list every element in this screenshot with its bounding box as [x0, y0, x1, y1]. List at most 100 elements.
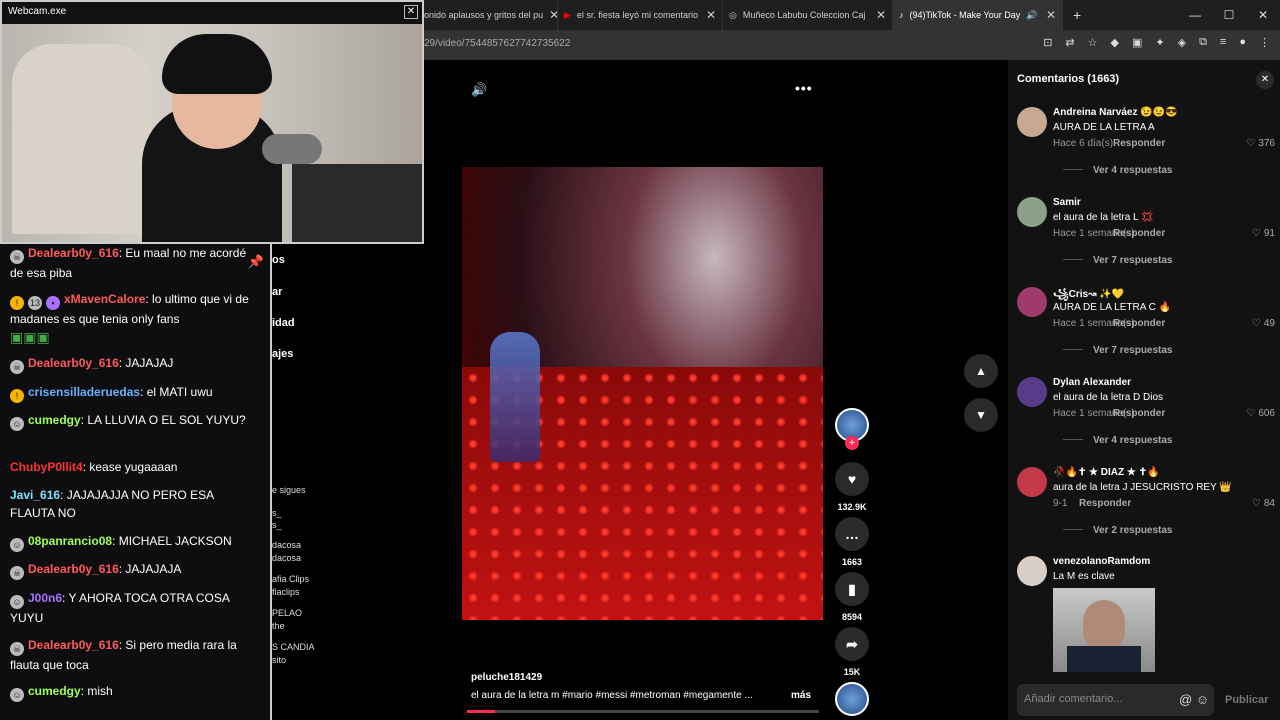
account-name[interactable]: dacosa: [272, 540, 301, 550]
comment-like-button[interactable]: ♡ 84: [1252, 498, 1275, 509]
tab-close-icon[interactable]: ✕: [1046, 8, 1056, 22]
reply-button[interactable]: Responder: [1113, 228, 1165, 239]
extension-icon[interactable]: ✦: [1155, 36, 1164, 49]
view-replies-button[interactable]: Ver 2 respuestas: [1063, 525, 1173, 536]
comment-like-button[interactable]: ♡ 606: [1246, 408, 1275, 419]
music-disc-icon[interactable]: [835, 682, 869, 716]
close-comments-icon[interactable]: ✕: [1256, 71, 1274, 89]
translate-icon[interactable]: ⇄: [1065, 36, 1074, 49]
video-caption: el aura de la letra m #mario #messi #met…: [471, 690, 812, 701]
webcam-feed: [2, 24, 422, 242]
minimize-button[interactable]: —: [1178, 0, 1212, 30]
extension-icon[interactable]: ◈: [1178, 36, 1186, 49]
webcam-close-button[interactable]: ✕: [404, 5, 418, 19]
publish-button[interactable]: Publicar: [1225, 694, 1268, 706]
puzzle-icon[interactable]: ⧉: [1199, 36, 1207, 49]
reply-button[interactable]: Responder: [1113, 138, 1165, 149]
chat-username[interactable]: 08panrancio08: [28, 534, 112, 548]
chair-shape: [12, 44, 152, 234]
tab-applause[interactable]: onido aplausos y gritos del pu✕: [418, 0, 558, 30]
view-replies-button[interactable]: Ver 4 respuestas: [1063, 165, 1173, 176]
extension-icon[interactable]: ▣: [1132, 36, 1142, 49]
chat-message: ☠ Dealearb0y_616: Si pero media rara la f…: [10, 638, 237, 672]
chat-username[interactable]: cumedgy: [28, 413, 81, 427]
tab-tiktok[interactable]: ♪ (94)TikTok - Make Your Day 🔊 ✕: [893, 0, 1063, 30]
mention-icon[interactable]: @: [1179, 692, 1192, 707]
video-player[interactable]: [462, 167, 823, 620]
account-name[interactable]: PELAO: [272, 608, 302, 618]
media-icon[interactable]: ≡: [1220, 36, 1226, 49]
avatar[interactable]: [1017, 197, 1047, 227]
comment-author[interactable]: Andreina Narváez 😉😉😎: [1053, 107, 1178, 118]
video-author[interactable]: peluche181429: [471, 672, 542, 683]
chat-username[interactable]: cumedgy: [28, 684, 81, 698]
url-field[interactable]: 29/video/7544857627742735622: [424, 38, 570, 49]
speaker-icon[interactable]: 🔊: [471, 82, 487, 98]
previous-video-button[interactable]: ▲: [964, 354, 998, 388]
webcam-window[interactable]: Webcam.exe ✕: [0, 0, 424, 244]
avatar[interactable]: [1017, 467, 1047, 497]
sidebar-item[interactable]: ajes: [272, 348, 293, 360]
more-options-icon[interactable]: •••: [795, 80, 813, 96]
chat-username[interactable]: Dealearb0y_616: [28, 246, 119, 260]
more-caption-button[interactable]: más: [791, 690, 811, 701]
profile-icon[interactable]: ●: [1239, 36, 1246, 49]
avatar[interactable]: [1017, 556, 1047, 586]
comment-like-button[interactable]: ♡ 376: [1246, 138, 1275, 149]
view-replies-button[interactable]: Ver 7 respuestas: [1063, 255, 1173, 266]
like-button[interactable]: ♥ 132.9K: [834, 462, 870, 512]
tab-close-icon[interactable]: ✕: [706, 8, 716, 22]
comment-image-suit: [1067, 646, 1141, 672]
comment-button[interactable]: … 1663: [834, 517, 870, 567]
emote-icon: ▣▣▣: [10, 329, 50, 345]
chat-username[interactable]: Dealearb0y_616: [28, 562, 119, 576]
sidebar-item[interactable]: os: [272, 254, 285, 266]
webcam-titlebar[interactable]: Webcam.exe ✕: [2, 2, 422, 24]
save-button[interactable]: ▮ 8594: [834, 572, 870, 622]
account-name[interactable]: s_: [272, 508, 282, 518]
view-replies-button[interactable]: Ver 7 respuestas: [1063, 345, 1173, 356]
reply-button[interactable]: Responder: [1113, 408, 1165, 419]
comment-like-button[interactable]: ♡ 49: [1252, 318, 1275, 329]
account-name[interactable]: S CANDIA: [272, 642, 315, 652]
tab-close-icon[interactable]: ✕: [876, 8, 886, 22]
tab-youtube[interactable]: ▶ el sr. fiesta leyó mi comentario ✕: [558, 0, 723, 30]
emoji-icon[interactable]: ☺: [1196, 692, 1209, 707]
maximize-button[interactable]: ☐: [1212, 0, 1246, 30]
share-button[interactable]: ➦ 15K: [834, 627, 870, 677]
comment-author[interactable]: 🥀🔥✝ ★ DIAZ ★ ✝🔥: [1053, 467, 1159, 478]
comment-author[interactable]: venezolanoRamdom: [1053, 556, 1150, 567]
tab-labubu[interactable]: ◎ Muñeco Labubu Coleccion Caj ✕: [723, 0, 893, 30]
bookmark-star-icon[interactable]: ☆: [1088, 36, 1098, 49]
avatar[interactable]: [1017, 287, 1047, 317]
comment-image[interactable]: [1053, 588, 1155, 672]
new-tab-button[interactable]: +: [1063, 7, 1081, 23]
chat-username[interactable]: Javi_616: [10, 488, 60, 502]
account-name[interactable]: afia Clips: [272, 574, 309, 584]
chat-username[interactable]: crisensilladeruedas: [28, 385, 140, 399]
sidebar-item[interactable]: idad: [272, 317, 295, 329]
comment-like-button[interactable]: ♡ 91: [1252, 228, 1275, 239]
chat-username[interactable]: xMavenCalore: [64, 292, 145, 306]
chat-username[interactable]: Dealearb0y_616: [28, 638, 119, 652]
video-progress-bar[interactable]: [467, 710, 819, 713]
close-window-button[interactable]: ✕: [1246, 0, 1280, 30]
install-icon[interactable]: ⊡: [1043, 36, 1052, 49]
reply-button[interactable]: Responder: [1113, 318, 1165, 329]
chat-username[interactable]: ChubyP0llit4: [10, 460, 83, 474]
comment-author[interactable]: Dylan Alexander: [1053, 377, 1131, 388]
view-replies-button[interactable]: Ver 4 respuestas: [1063, 435, 1173, 446]
comment-author[interactable]: Samir: [1053, 197, 1081, 208]
chat-username[interactable]: Dealearb0y_616: [28, 356, 119, 370]
avatar[interactable]: [1017, 377, 1047, 407]
extension-icon[interactable]: ◆: [1111, 36, 1119, 49]
sidebar-item[interactable]: ar: [272, 286, 282, 298]
next-video-button[interactable]: ▼: [964, 398, 998, 432]
chat-username[interactable]: J00n6: [28, 591, 62, 605]
avatar[interactable]: [1017, 107, 1047, 137]
menu-icon[interactable]: ⋮: [1259, 36, 1270, 49]
tab-close-icon[interactable]: ✕: [549, 8, 557, 22]
follow-plus-icon[interactable]: +: [845, 436, 859, 450]
reply-button[interactable]: Responder: [1079, 498, 1131, 509]
chat-message: ! crisensilladeruedas: el MATI uwu: [10, 383, 260, 403]
